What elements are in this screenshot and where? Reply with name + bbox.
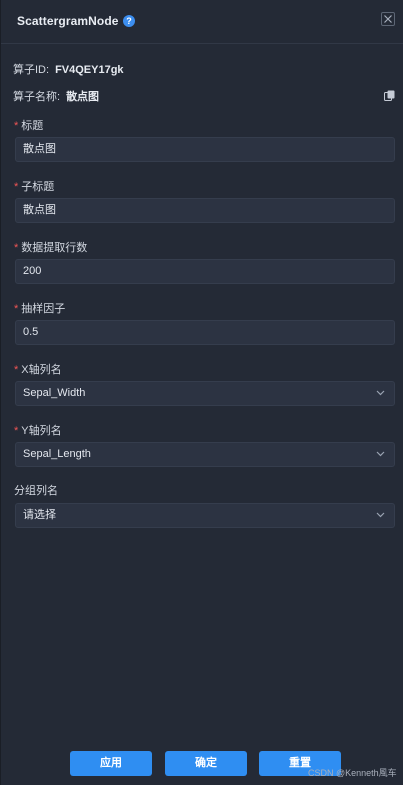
panel-header: ScattergramNode ? xyxy=(1,0,403,44)
operator-name-value: 散点图 xyxy=(66,91,100,103)
close-icon[interactable] xyxy=(381,12,395,26)
field-label-group-column: 分组列名 xyxy=(14,482,58,498)
field-label-sampling-factor: * 抽样因子 xyxy=(14,300,65,316)
required-mark: * xyxy=(14,242,19,254)
field-label-text: 子标题 xyxy=(21,181,55,193)
chevron-down-icon xyxy=(376,512,385,518)
row-count-input[interactable]: 200 xyxy=(15,259,395,284)
x-column-select[interactable]: Sepal_Width xyxy=(15,381,395,406)
field-label-y-column: * Y轴列名 xyxy=(14,422,62,438)
x-column-selected-value: Sepal_Width xyxy=(23,387,86,399)
field-label-text: 抽样因子 xyxy=(21,303,66,315)
chevron-down-icon xyxy=(376,390,385,396)
y-column-select[interactable]: Sepal_Length xyxy=(15,442,395,467)
chevron-down-icon xyxy=(376,451,385,457)
group-column-placeholder: 请选择 xyxy=(23,509,56,521)
field-label-subtitle: * 子标题 xyxy=(14,178,54,194)
field-label-text: 数据提取行数 xyxy=(21,242,88,254)
subtitle-input[interactable]: 散点图 xyxy=(15,198,395,223)
required-mark: * xyxy=(14,181,19,193)
panel-title: ScattergramNode xyxy=(17,14,119,28)
operator-name-label: 算子名称: xyxy=(13,91,61,103)
field-label-text: Y轴列名 xyxy=(21,425,62,437)
required-mark: * xyxy=(14,120,19,132)
operator-id-row: 算子ID: FV4QEY17gk xyxy=(13,61,124,77)
field-label-x-column: * X轴列名 xyxy=(14,361,62,377)
required-mark: * xyxy=(14,364,19,376)
title-input[interactable]: 散点图 xyxy=(15,137,395,162)
field-label-row-count: * 数据提取行数 xyxy=(14,239,87,255)
watermark: CSDN @Kenneth風车 xyxy=(308,768,397,778)
confirm-button[interactable]: 确定 xyxy=(165,751,247,776)
field-label-text: 分组列名 xyxy=(14,485,58,497)
group-column-select[interactable]: 请选择 xyxy=(15,503,395,528)
copy-icon[interactable] xyxy=(384,88,395,101)
operator-id-label: 算子ID: xyxy=(13,64,50,76)
field-label-title: * 标题 xyxy=(14,117,43,133)
field-label-text: X轴列名 xyxy=(21,364,62,376)
sampling-factor-input[interactable]: 0.5 xyxy=(15,320,395,345)
operator-id-value: FV4QEY17gk xyxy=(55,64,124,76)
y-column-selected-value: Sepal_Length xyxy=(23,448,91,460)
operator-name-row: 算子名称: 散点图 xyxy=(13,88,99,104)
required-mark: * xyxy=(14,303,19,315)
properties-panel: ScattergramNode ? 算子ID: FV4QEY17gk 算子名称: 散… xyxy=(0,0,403,785)
field-label-text: 标题 xyxy=(21,120,44,132)
required-mark: * xyxy=(14,425,19,437)
apply-button[interactable]: 应用 xyxy=(70,751,152,776)
help-icon[interactable]: ? xyxy=(123,15,135,27)
